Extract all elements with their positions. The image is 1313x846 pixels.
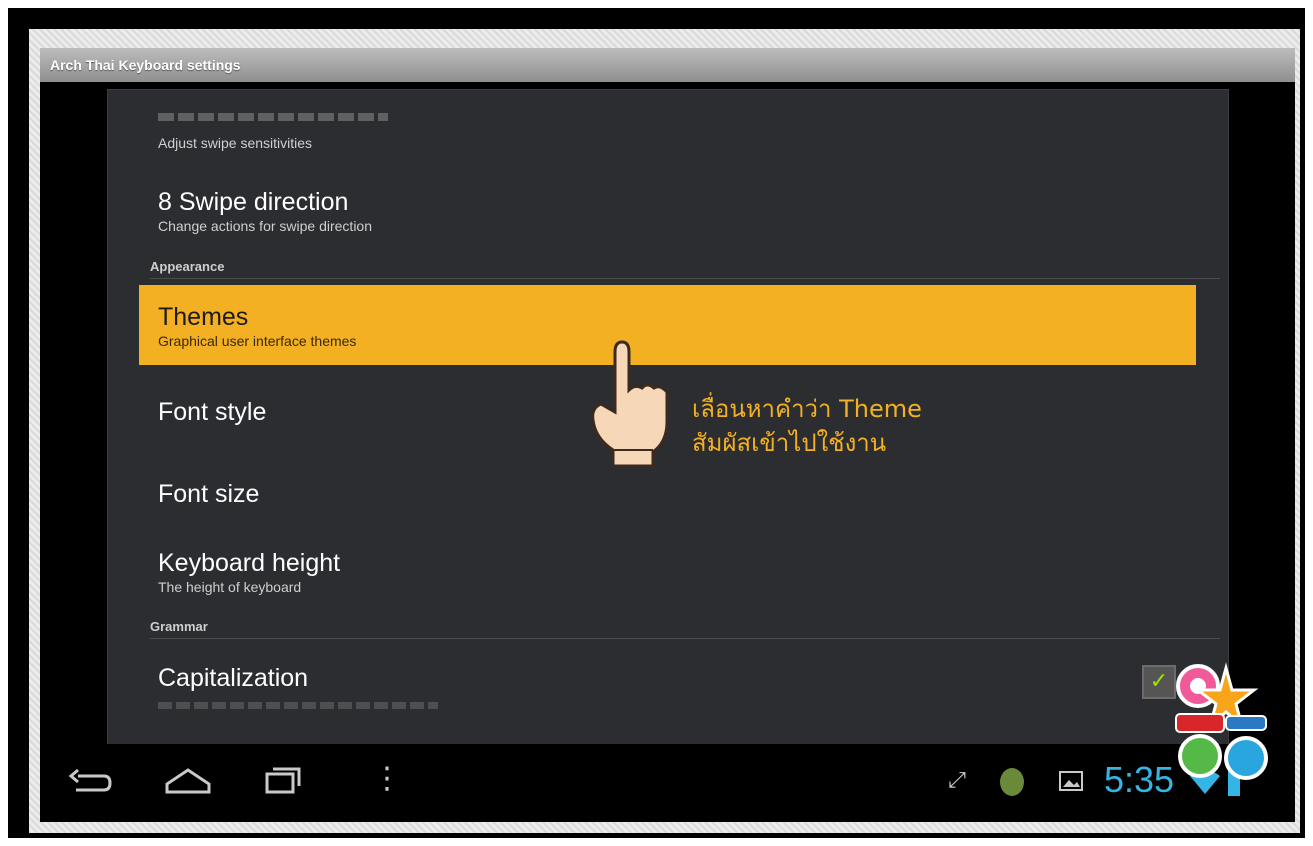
pref-summary: Change actions for swipe direction [158, 218, 373, 234]
pref-title: 8 Swipe direction [158, 188, 349, 216]
window-title: Arch Thai Keyboard settings [40, 48, 1295, 82]
menu-icon[interactable]: ⋮ [372, 764, 402, 794]
pref-swipe-sensitivities[interactable]: Adjust swipe sensitivities [158, 134, 1228, 152]
screen-area: Adjust swipe sensitivities 8 Swipe direc… [40, 82, 1295, 822]
pointing-hand-icon [591, 340, 669, 468]
gallery-icon [1059, 771, 1083, 791]
tablet-screen: Arch Thai Keyboard settings Adjust swipe… [40, 48, 1295, 822]
annotation-line2: สัมผัสเข้าไปใช้งาน [692, 429, 887, 457]
category-appearance: Appearance [150, 259, 1220, 279]
pref-summary: The height of keyboard [158, 579, 302, 595]
home-icon[interactable] [164, 766, 212, 796]
pref-title: Capitalization [158, 664, 309, 692]
category-grammar: Grammar [150, 619, 1220, 639]
pref-title: Font size [158, 480, 260, 508]
capitalization-summary-partial [158, 702, 438, 709]
swipe-sensitivities-title-partial [158, 113, 388, 121]
pref-title: Keyboard height [158, 549, 341, 577]
android-icon [1000, 768, 1024, 796]
pref-font-size[interactable]: Font size [158, 479, 1228, 509]
pref-keyboard-height[interactable]: Keyboard height The height of keyboard [158, 548, 1228, 596]
pref-capitalization[interactable]: Capitalization [158, 663, 1228, 693]
fullscreen-icon[interactable]: ⤢ [942, 766, 972, 796]
pref-title: Themes [158, 303, 249, 331]
recent-apps-icon[interactable] [264, 764, 304, 798]
system-navigation-bar: ⋮ ⤢ 5:35 [40, 744, 1295, 822]
pref-summary: Adjust swipe sensitivities [158, 135, 313, 151]
back-icon[interactable] [68, 768, 112, 798]
annotation-line1: เลื่อนหาคำว่า Theme [692, 395, 922, 423]
status-clock: 5:35 [1104, 759, 1175, 800]
pref-swipe-direction[interactable]: 8 Swipe direction Change actions for swi… [158, 187, 1228, 235]
oklp-help-logo [1175, 662, 1268, 780]
